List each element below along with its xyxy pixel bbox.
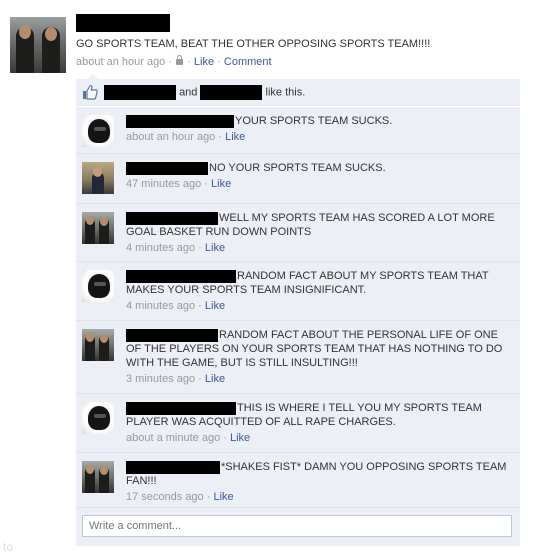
comment-input[interactable] — [82, 515, 512, 537]
comment-body: WELL MY SPORTS TEAM HAS SCORED A LOT MOR… — [126, 211, 510, 255]
comment-meta: 4 minutes ago · Like — [126, 299, 510, 313]
two-men-avatar[interactable] — [82, 461, 114, 493]
commenter-name-redacted[interactable] — [126, 329, 218, 342]
comment-time[interactable]: about an hour ago — [126, 131, 215, 143]
separator: · — [198, 242, 202, 254]
dark-masked-avatar[interactable] — [82, 115, 114, 147]
separator: · — [198, 300, 202, 312]
separator: · — [187, 56, 191, 68]
comment-like-link[interactable]: Like — [225, 131, 245, 143]
commenter-name-redacted[interactable] — [126, 402, 236, 415]
comment-body: *SHAKES FIST* DAMN YOU OPPOSING SPORTS T… — [126, 460, 510, 504]
separator: · — [206, 491, 211, 503]
comment-meta: about a minute ago · Like — [126, 431, 510, 445]
lock-icon[interactable] — [176, 55, 184, 65]
comment-time[interactable]: 4 minutes ago — [126, 242, 195, 254]
status-text: GO SPORTS TEAM, BEAT THE OTHER OPPOSING … — [76, 38, 431, 50]
comment-body: RANDOM FACT ABOUT MY SPORTS TEAM THAT MA… — [126, 269, 510, 313]
poster-name-redacted[interactable] — [76, 14, 170, 32]
comment-body: NO YOUR SPORTS TEAM SUCKS. 47 minutes ag… — [126, 161, 510, 191]
comment-like-link[interactable]: Like — [213, 491, 233, 503]
comment-meta: 47 minutes ago · Like — [126, 177, 510, 191]
separator: · — [204, 178, 208, 190]
comment-link[interactable]: Comment — [224, 56, 272, 68]
comment-time[interactable]: 47 minutes ago — [126, 178, 201, 190]
post-meta: about an hour ago · · Like · Comment — [76, 55, 272, 68]
separator: · — [198, 373, 202, 385]
comment-time[interactable]: 17 seconds ago — [126, 491, 204, 503]
comment-body: THIS IS WHERE I TELL YOU MY SPORTS TEAM … — [126, 401, 510, 445]
person-in-suit-avatar[interactable] — [82, 162, 114, 194]
thumbs-up-icon — [83, 85, 98, 100]
comment-meta: 3 minutes ago · Like — [126, 372, 510, 386]
comment-item: RANDOM FACT ABOUT THE PERSONAL LIFE OF O… — [76, 321, 520, 394]
comment-text: NO YOUR SPORTS TEAM SUCKS. — [209, 162, 386, 174]
comment-like-link[interactable]: Like — [205, 242, 225, 254]
two-men-avatar[interactable] — [82, 329, 114, 361]
comment-like-link[interactable]: Like — [211, 178, 231, 190]
comment-time[interactable]: 4 minutes ago — [126, 300, 195, 312]
comment-meta: about an hour ago · Like — [126, 130, 510, 144]
commenter-name-redacted[interactable] — [126, 162, 208, 175]
comment-like-link[interactable]: Like — [230, 432, 250, 444]
two-men-avatar[interactable] — [82, 212, 114, 244]
comment-item: NO YOUR SPORTS TEAM SUCKS. 47 minutes ag… — [76, 154, 520, 204]
poster-avatar[interactable] — [10, 17, 66, 73]
separator: · — [218, 131, 223, 143]
comment-like-link[interactable]: Like — [205, 300, 225, 312]
comment-like-link[interactable]: Like — [205, 373, 225, 385]
write-comment-box — [76, 508, 520, 546]
commenter-name-redacted[interactable] — [126, 115, 234, 128]
dark-masked-avatar[interactable] — [82, 270, 114, 302]
comment-meta: 17 seconds ago · Like — [126, 490, 510, 504]
commenter-name-redacted[interactable] — [126, 212, 218, 225]
separator: · — [223, 432, 227, 444]
separator: · — [168, 56, 173, 68]
comment-time[interactable]: 3 minutes ago — [126, 373, 195, 385]
comment-time[interactable]: about a minute ago — [126, 432, 220, 444]
avatar-face-right — [45, 27, 57, 41]
dark-masked-avatar[interactable] — [82, 402, 114, 434]
comment-item: THIS IS WHERE I TELL YOU MY SPORTS TEAM … — [76, 394, 520, 453]
comment-meta: 4 minutes ago · Like — [126, 241, 510, 255]
comment-item: *SHAKES FIST* DAMN YOU OPPOSING SPORTS T… — [76, 453, 520, 508]
separator: · — [217, 56, 221, 68]
comment-item: RANDOM FACT ABOUT MY SPORTS TEAM THAT MA… — [76, 262, 520, 321]
like-and: and — [179, 86, 198, 99]
like-suffix: like this. — [265, 86, 306, 99]
comment-body: YOUR SPORTS TEAM SUCKS. about an hour ag… — [126, 114, 510, 144]
like-summary: and like this. — [76, 79, 520, 106]
avatar-face-left — [19, 25, 31, 39]
like-summary-text: and like this. — [104, 85, 305, 100]
liker-name-redacted[interactable] — [200, 85, 263, 100]
corner-text: to — [3, 540, 14, 554]
comment-body: RANDOM FACT ABOUT THE PERSONAL LIFE OF O… — [126, 328, 510, 386]
like-link[interactable]: Like — [194, 56, 214, 68]
post-time[interactable]: about an hour ago — [76, 56, 165, 68]
comment-text: YOUR SPORTS TEAM SUCKS. — [235, 115, 393, 127]
comment-item: YOUR SPORTS TEAM SUCKS. about an hour ag… — [76, 107, 520, 154]
liker-name-redacted[interactable] — [104, 85, 176, 100]
commenter-name-redacted[interactable] — [126, 461, 220, 474]
commenter-name-redacted[interactable] — [126, 270, 236, 283]
comment-item: WELL MY SPORTS TEAM HAS SCORED A LOT MOR… — [76, 204, 520, 262]
